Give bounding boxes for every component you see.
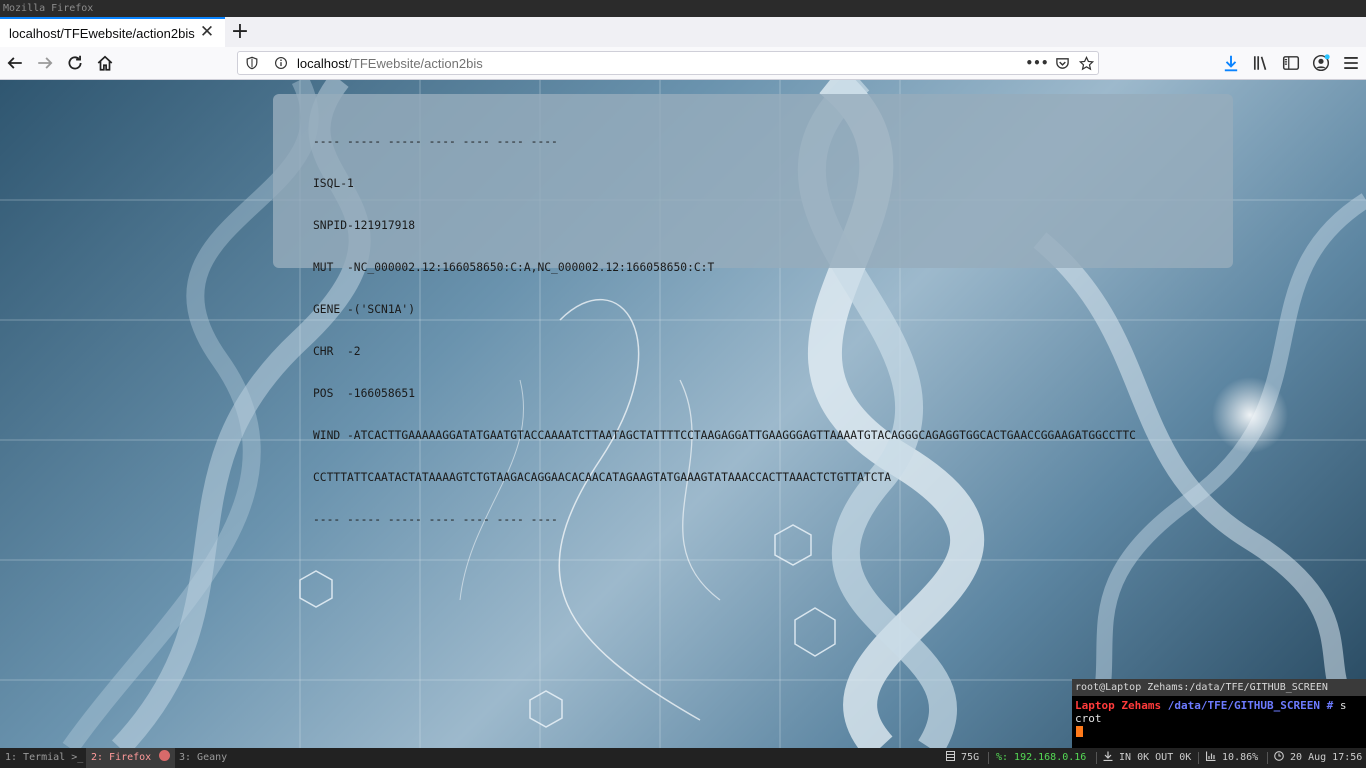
window-title: Mozilla Firefox [0,0,1366,17]
query-result-text: ---- ----- ----- ---- ---- ---- ---- ISQ… [313,107,1136,555]
result-line: ---- ----- ----- ---- ---- ---- ---- [313,135,558,148]
workspace-1[interactable]: 1: Termial >_ [0,748,88,768]
result-line: ---- ----- ----- ---- ---- ---- ---- [313,513,558,526]
result-line: POS -166058651 [313,387,416,400]
workspace-2[interactable]: 2: Firefox [86,748,176,768]
new-tab-button[interactable]: + [229,20,251,44]
terminal-title: root@Laptop Zehams:/data/TFE/GITHUB_SCRE… [1072,679,1366,696]
result-line: CCTTTATTCAATACTATAAAAGTCTGTAAGACAGGAACAC… [313,471,892,484]
prompt-cwd: /data/TFE/GITHUB_SCREEN [1167,699,1321,712]
bookmark-star-icon[interactable] [1077,55,1095,71]
query-result-panel: ---- ----- ----- ---- ---- ---- ---- ISQ… [273,94,1233,526]
status-divider [1096,752,1097,764]
network-download-icon [1103,751,1113,762]
ip-status: %: 192.168.0.16 [996,752,1087,763]
home-icon[interactable] [94,52,116,74]
result-line: GENE -('SCN1A') [313,303,416,316]
download-icon[interactable] [1220,52,1242,74]
terminal-cursor [1076,726,1083,737]
command-text: s [1339,699,1347,712]
workspace-3[interactable]: 3: Geany [174,748,232,768]
reload-icon[interactable] [64,52,86,74]
account-icon[interactable] [1310,52,1332,74]
clock-icon [1274,751,1284,761]
navigation-toolbar: localhost/TFEwebsite/action2bis ••• [0,47,1366,80]
url-bar[interactable]: localhost/TFEwebsite/action2bis ••• [237,51,1099,75]
url-path: /TFEwebsite/action2bis [348,56,483,71]
network-value: IN 0K OUT 0K [1119,752,1192,763]
sidebar-icon[interactable] [1280,52,1302,74]
prompt-symbol: # [1326,699,1334,712]
status-divider [988,752,989,764]
workspace-2-label: 2: Firefox [91,752,152,763]
clock-status: 20 Aug 17:56 [1274,748,1362,768]
hamburger-menu-icon[interactable] [1340,52,1362,74]
browser-tab-active[interactable]: localhost/TFEwebsite/action2bis ✕ [0,17,225,47]
result-line: ISQL-1 [313,177,354,190]
url-host: localhost [297,56,349,71]
pocket-icon[interactable] [1053,55,1071,71]
status-bar: 1: Termial >_ 2: Firefox 3: Geany 75G %:… [0,748,1366,768]
tab-strip: localhost/TFEwebsite/action2bis ✕ + [0,17,1366,47]
clock-value: 20 Aug 17:56 [1290,752,1363,763]
disk-value: 75G [961,752,980,763]
disk-icon [946,751,955,761]
cpu-status: 10.86% [1205,748,1259,768]
result-line: CHR -2 [313,345,361,358]
result-line: WIND -ATCACTTGAAAAAGGATATGAATGTACCAAAATC… [313,429,1136,442]
cpu-value: 10.86% [1222,752,1259,763]
page-content: ---- ----- ----- ---- ---- ---- ---- ISQ… [0,80,1366,748]
info-icon[interactable] [273,55,289,71]
terminal-prompt: Laptop Zehams /data/TFE/GITHUB_SCREEN # … [1075,699,1347,712]
tracking-shield-icon[interactable] [244,55,260,71]
back-arrow-icon[interactable] [4,52,26,74]
network-status: IN 0K OUT 0K [1103,748,1191,768]
status-divider [1267,752,1268,764]
result-line: SNPID-121917918 [313,219,416,232]
forward-arrow-icon[interactable] [34,52,56,74]
terminal-window[interactable]: root@Laptop Zehams:/data/TFE/GITHUB_SCRE… [1072,679,1366,748]
result-line: MUT -NC_000002.12:166058650:C:A,NC_00000… [313,261,715,274]
page-actions-menu-icon[interactable]: ••• [1026,55,1049,71]
disk-status: 75G [946,748,979,768]
prompt-host: Laptop Zehams [1075,699,1162,712]
close-tab-icon[interactable]: ✕ [199,23,215,41]
firefox-badge-icon [159,750,171,761]
library-icon[interactable] [1250,52,1272,74]
cpu-chart-icon [1205,751,1216,762]
url-text[interactable]: localhost/TFEwebsite/action2bis [297,56,483,71]
status-divider [1198,752,1199,764]
tab-title: localhost/TFEwebsite/action2bis [9,26,195,41]
command-text-wrapped: crot [1075,712,1102,725]
